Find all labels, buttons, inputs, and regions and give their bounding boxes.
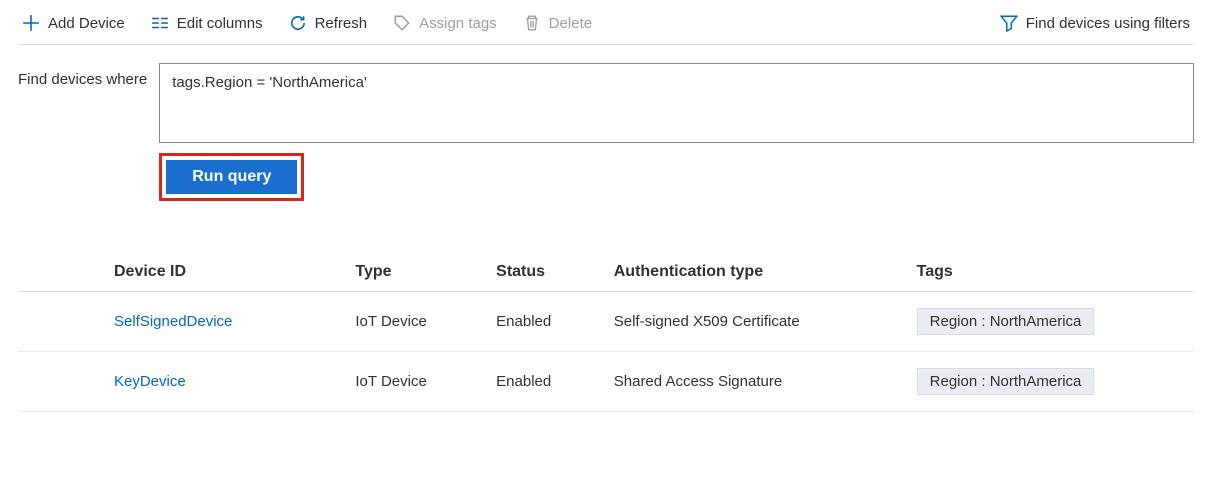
col-device-id[interactable]: Device ID <box>18 253 341 292</box>
assign-tags-label: Assign tags <box>419 15 497 32</box>
col-status[interactable]: Status <box>482 253 600 292</box>
query-text: tags.Region = 'NorthAmerica' <box>172 74 367 91</box>
device-tags: Region : NorthAmerica <box>903 352 1194 412</box>
device-status: Enabled <box>482 352 600 412</box>
tag-chip[interactable]: Region : NorthAmerica <box>917 368 1095 395</box>
table-header-row: Device ID Type Status Authentication typ… <box>18 253 1194 292</box>
run-query-button[interactable]: Run query <box>166 160 297 194</box>
device-auth: Shared Access Signature <box>600 352 903 412</box>
edit-columns-label: Edit columns <box>177 15 263 32</box>
refresh-label: Refresh <box>315 15 368 32</box>
device-type: IoT Device <box>341 292 482 352</box>
table-row[interactable]: KeyDevice IoT Device Enabled Shared Acce… <box>18 352 1194 412</box>
delete-label: Delete <box>549 15 592 32</box>
run-query-highlight: Run query <box>159 153 304 201</box>
query-row: Find devices where tags.Region = 'NorthA… <box>18 63 1194 201</box>
results-table-wrap: Device ID Type Status Authentication typ… <box>18 253 1194 412</box>
table-row[interactable]: SelfSignedDevice IoT Device Enabled Self… <box>18 292 1194 352</box>
tag-icon <box>393 14 411 32</box>
find-devices-filter-label: Find devices using filters <box>1026 15 1190 32</box>
device-type: IoT Device <box>341 352 482 412</box>
col-auth[interactable]: Authentication type <box>600 253 903 292</box>
assign-tags-button: Assign tags <box>389 12 501 34</box>
device-status: Enabled <box>482 292 600 352</box>
refresh-button[interactable]: Refresh <box>285 12 372 34</box>
plus-icon <box>22 14 40 32</box>
col-type[interactable]: Type <box>341 253 482 292</box>
find-devices-filter-button[interactable]: Find devices using filters <box>996 12 1194 34</box>
trash-icon <box>523 14 541 32</box>
columns-icon <box>151 14 169 32</box>
add-device-button[interactable]: Add Device <box>18 12 129 34</box>
refresh-icon <box>289 14 307 32</box>
add-device-label: Add Device <box>48 15 125 32</box>
query-right: tags.Region = 'NorthAmerica' Run query <box>159 63 1194 201</box>
device-tags: Region : NorthAmerica <box>903 292 1194 352</box>
tag-chip[interactable]: Region : NorthAmerica <box>917 308 1095 335</box>
device-id-link[interactable]: SelfSignedDevice <box>18 292 341 352</box>
delete-button: Delete <box>519 12 596 34</box>
device-auth: Self-signed X509 Certificate <box>600 292 903 352</box>
results-table: Device ID Type Status Authentication typ… <box>18 253 1194 412</box>
col-tags[interactable]: Tags <box>903 253 1194 292</box>
command-bar: Add Device Edit columns Refresh Assign t… <box>18 6 1194 45</box>
filter-icon <box>1000 14 1018 32</box>
device-id-link[interactable]: KeyDevice <box>18 352 341 412</box>
query-input[interactable]: tags.Region = 'NorthAmerica' <box>159 63 1194 143</box>
query-label: Find devices where <box>18 63 147 88</box>
edit-columns-button[interactable]: Edit columns <box>147 12 267 34</box>
